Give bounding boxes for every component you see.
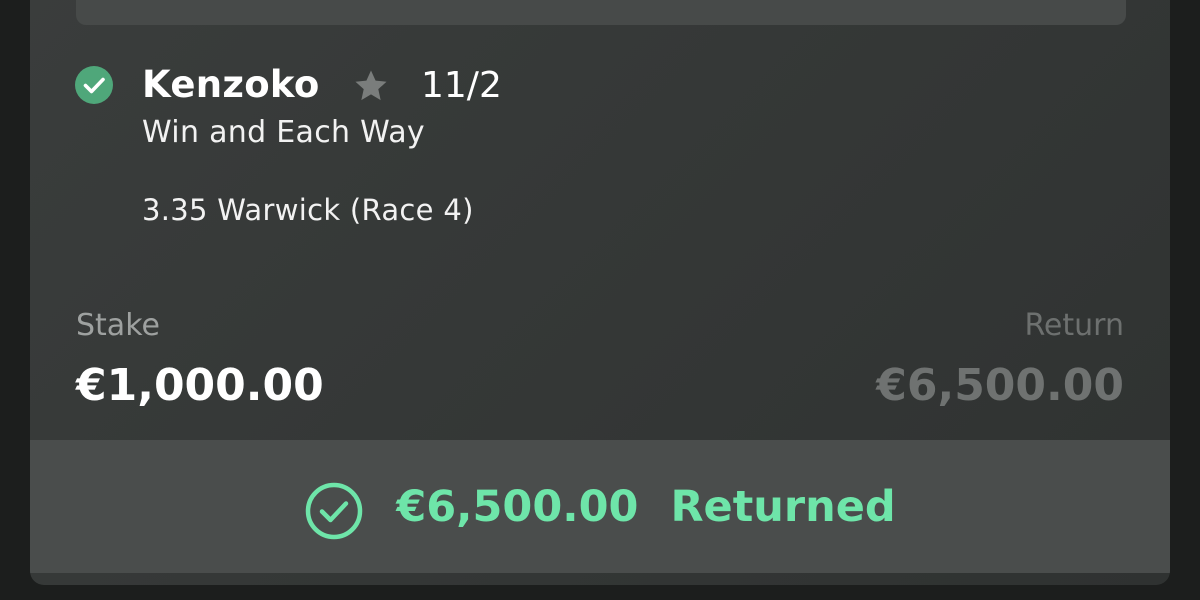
market-type: Win and Each Way (142, 115, 425, 150)
result-footer: €6,500.00 Returned (30, 440, 1170, 573)
return-label: Return (1024, 308, 1124, 343)
selection-name: Kenzoko (142, 63, 320, 106)
returned-amount: €6,500.00 (396, 481, 639, 532)
star-icon[interactable] (352, 67, 390, 105)
race-info: 3.35 Warwick (Race 4) (142, 193, 474, 227)
return-value: €6,500.00 (876, 360, 1124, 411)
odds: 11/2 (421, 65, 502, 106)
check-circle-outline-icon (306, 482, 363, 539)
bet-card[interactable]: Kenzoko 11/2 Win and Each Way 3.35 Warwi… (30, 0, 1170, 585)
stake-label: Stake (76, 308, 160, 343)
returned-label: Returned (670, 481, 896, 532)
bet-history-view: Kenzoko 11/2 Win and Each Way 3.35 Warwi… (0, 0, 1200, 600)
stake-value: €1,000.00 (76, 360, 324, 411)
check-circle-icon (75, 66, 113, 104)
previous-card-section (76, 0, 1126, 25)
